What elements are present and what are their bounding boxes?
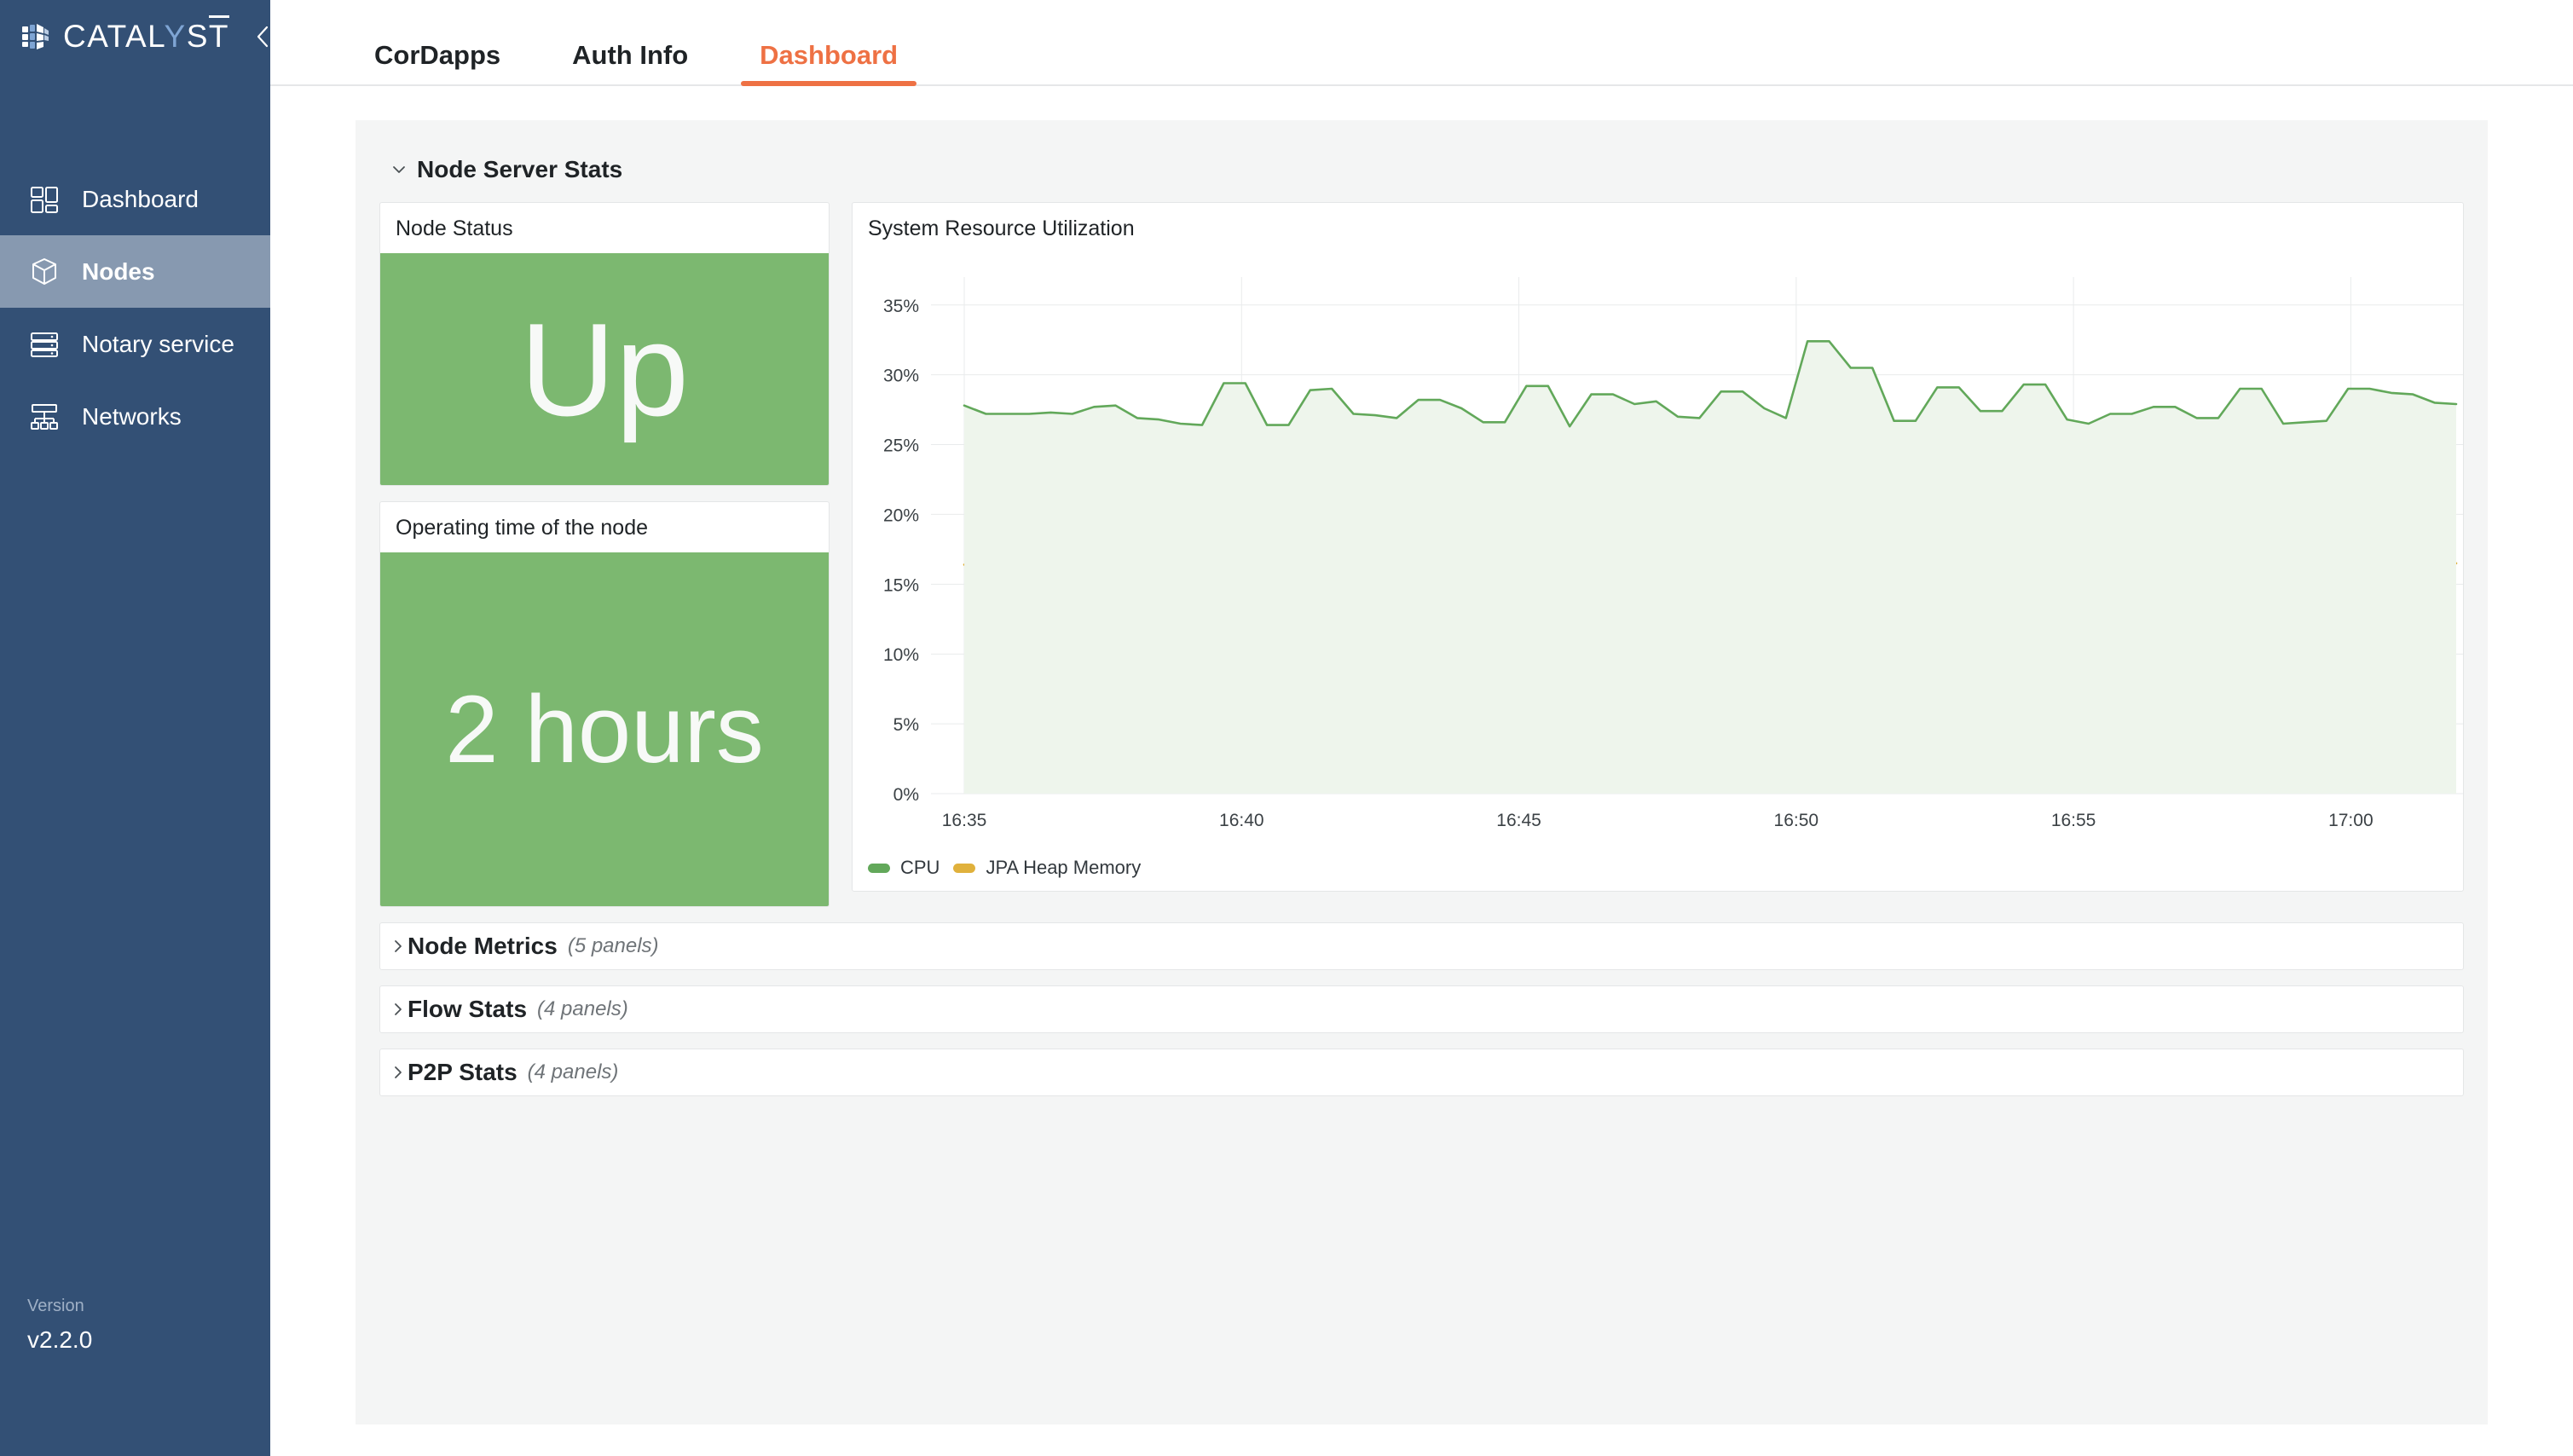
sidebar-item-label: Notary service bbox=[82, 330, 234, 357]
tab-cordapps[interactable]: CorDapps bbox=[356, 40, 519, 84]
chevron-right-icon bbox=[392, 1065, 408, 1080]
sidebar-item-notary-service[interactable]: Notary service bbox=[0, 308, 270, 380]
y-axis-tick-label: 10% bbox=[883, 645, 919, 665]
sidebar-item-label: Nodes bbox=[82, 257, 155, 285]
dashboard-board: Node Server Stats Node Status Up Operati… bbox=[356, 120, 2488, 1424]
section-panel-count: (4 panels) bbox=[537, 997, 628, 1020]
series-area-cpu bbox=[964, 341, 2456, 794]
sidebar-item-networks[interactable]: Networks bbox=[0, 380, 270, 453]
legend-item-jpa-heap-memory[interactable]: JPA Heap Memory bbox=[953, 857, 1141, 879]
operating-time-value-tile: 2 hours bbox=[380, 552, 829, 906]
section-header-flow-stats[interactable]: Flow Stats (4 panels) bbox=[379, 985, 2464, 1033]
sidebar-item-label: Dashboard bbox=[82, 185, 199, 212]
legend-label-jpa-heap-memory: JPA Heap Memory bbox=[986, 857, 1142, 878]
sidebar: CATALYST Dashboard Nodes Notary service … bbox=[0, 0, 270, 1456]
section-title: Node Server Stats bbox=[417, 156, 623, 182]
panel-node-status: Node Status Up bbox=[379, 202, 830, 486]
sidebar-nav: Dashboard Nodes Notary service Networks bbox=[0, 163, 270, 453]
tab-auth-info[interactable]: Auth Info bbox=[553, 40, 707, 84]
brand-name: CATALYST bbox=[63, 15, 230, 55]
section-header-p2p-stats[interactable]: P2P Stats (4 panels) bbox=[379, 1049, 2464, 1096]
sidebar-item-dashboard[interactable]: Dashboard bbox=[0, 163, 270, 235]
main-area: CorDapps Auth Info Dashboard Node Server… bbox=[270, 0, 2573, 1456]
node-status-value-tile: Up bbox=[380, 253, 829, 485]
y-axis-tick-label: 35% bbox=[883, 297, 919, 316]
resource-utilization-chart[interactable]: 0% 5% 10% 15% 20% 25% 30% 35% 16:35 16:40 16:45 16:… bbox=[864, 253, 2464, 850]
legend-label-cpu: CPU bbox=[900, 857, 940, 878]
legend-swatch-jpa-heap-memory bbox=[953, 863, 976, 873]
x-axis-tick-label: 16:55 bbox=[2051, 811, 2096, 830]
content-area: Node Server Stats Node Status Up Operati… bbox=[270, 86, 2573, 1456]
chart-body[interactable]: 0% 5% 10% 15% 20% 25% 30% 35% 16:35 16:40 16:45 16:… bbox=[853, 253, 2463, 855]
server-stack-icon bbox=[26, 326, 63, 363]
section-title: Node Metrics bbox=[408, 933, 558, 959]
stat-panels-column: Node Status Up Operating time of the nod… bbox=[379, 202, 830, 907]
x-axis-tick-label: 16:50 bbox=[1774, 811, 1819, 830]
panel-title: Node Status bbox=[396, 217, 513, 240]
panel-system-resource-utilization: System Resource Utilization 0% 5% 10% 15% 20… bbox=[852, 202, 2464, 892]
chart-legend: CPU JPA Heap Memory bbox=[853, 855, 2463, 891]
version-value: v2.2.0 bbox=[27, 1326, 93, 1353]
brand-name-part3: T bbox=[208, 15, 230, 54]
version-block: Version v2.2.0 bbox=[27, 1297, 92, 1354]
cube-icon bbox=[26, 253, 63, 291]
section-header-node-server-stats[interactable]: Node Server Stats bbox=[379, 141, 2464, 202]
y-axis-tick-label: 25% bbox=[883, 436, 919, 456]
x-axis-tick-label: 17:00 bbox=[2328, 811, 2374, 830]
dashboard-grid-icon bbox=[26, 181, 63, 218]
tab-bar: CorDapps Auth Info Dashboard bbox=[270, 0, 2573, 86]
network-tree-icon bbox=[26, 398, 63, 436]
sidebar-item-nodes[interactable]: Nodes bbox=[0, 235, 270, 308]
chevron-right-icon bbox=[392, 1002, 408, 1017]
x-axis-tick-label: 16:35 bbox=[942, 811, 987, 830]
y-axis-tick-label: 0% bbox=[893, 785, 919, 805]
brand-name-part1: CATAL bbox=[63, 19, 165, 54]
panel-title: Operating time of the node bbox=[396, 516, 649, 540]
chevron-down-icon bbox=[391, 165, 407, 175]
node-status-value: Up bbox=[519, 295, 690, 443]
app-root: CATALYST Dashboard Nodes Notary service … bbox=[0, 0, 2573, 1456]
section-panel-count: (4 panels) bbox=[527, 1060, 619, 1083]
chevron-right-icon bbox=[392, 939, 408, 954]
panel-operating-time: Operating time of the node 2 hours bbox=[379, 501, 830, 907]
catalyst-cube-logo-icon bbox=[19, 20, 53, 54]
y-axis-tick-label: 30% bbox=[883, 367, 919, 386]
tab-dashboard[interactable]: Dashboard bbox=[741, 40, 917, 86]
version-label: Version bbox=[27, 1297, 84, 1315]
node-server-stats-grid: Node Status Up Operating time of the nod… bbox=[379, 202, 2464, 907]
x-axis-tick-label: 16:40 bbox=[1219, 811, 1264, 830]
y-axis-tick-label: 20% bbox=[883, 506, 919, 525]
y-axis-tick-label: 5% bbox=[893, 715, 919, 735]
section-header-node-metrics[interactable]: Node Metrics (5 panels) bbox=[379, 922, 2464, 970]
section-panel-count: (5 panels) bbox=[567, 934, 659, 957]
brand-row: CATALYST bbox=[0, 0, 270, 73]
operating-time-value: 2 hours bbox=[445, 675, 764, 783]
y-axis-tick-label: 15% bbox=[883, 575, 919, 595]
section-title: Flow Stats bbox=[408, 996, 528, 1022]
brand-name-highlight: Y bbox=[164, 19, 187, 54]
legend-swatch-cpu bbox=[868, 863, 890, 873]
brand-name-part2: S bbox=[186, 19, 209, 54]
sidebar-item-label: Networks bbox=[82, 402, 182, 430]
section-title: P2P Stats bbox=[408, 1059, 517, 1085]
legend-item-cpu[interactable]: CPU bbox=[868, 857, 940, 879]
panel-title: System Resource Utilization bbox=[868, 217, 1135, 240]
x-axis-tick-label: 16:45 bbox=[1496, 811, 1541, 830]
chevron-left-icon[interactable] bbox=[253, 24, 272, 49]
